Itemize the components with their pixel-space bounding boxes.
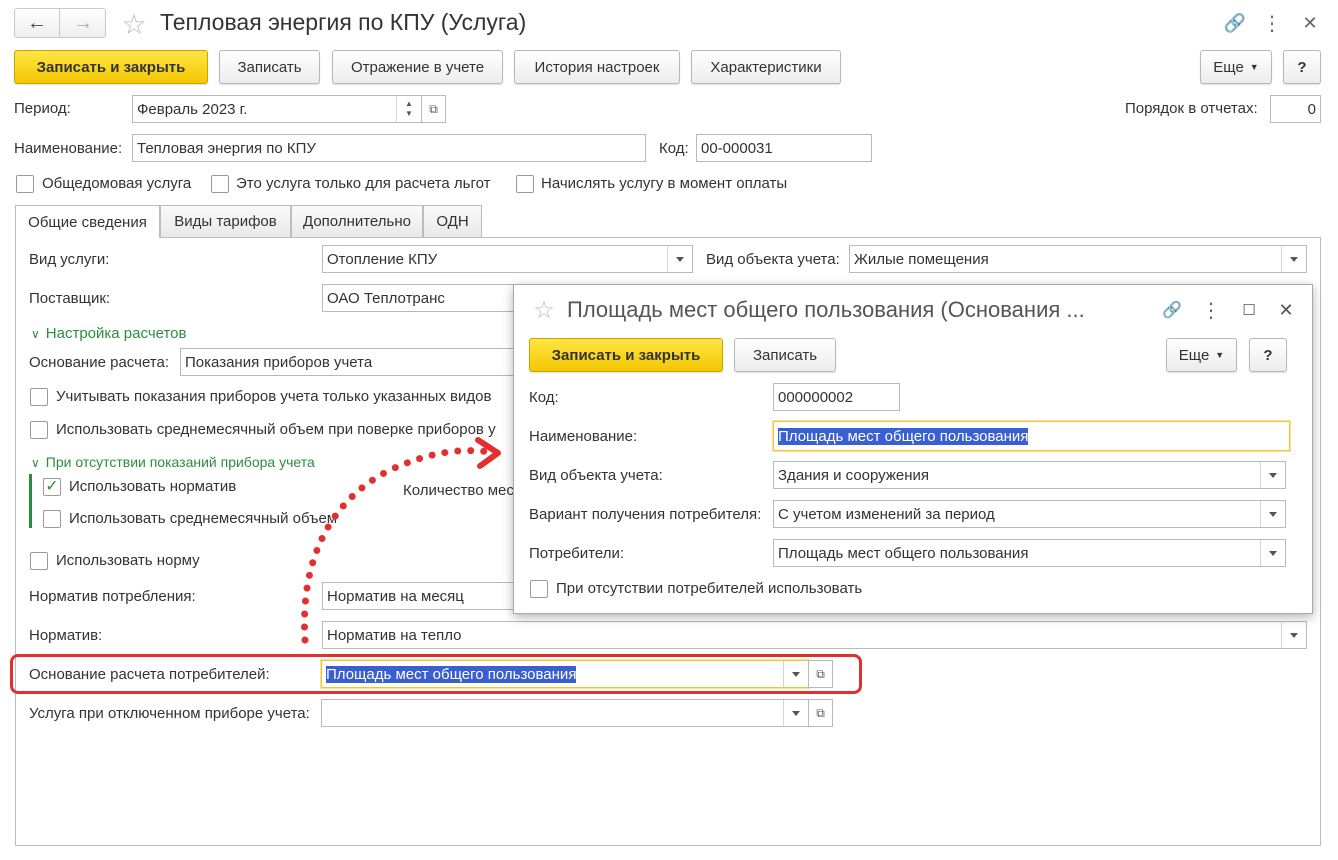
popup-code-input[interactable]: 000000002 xyxy=(773,383,900,411)
popup-variant-value: С учетом изменений за период xyxy=(778,505,995,523)
popup-help-button[interactable]: ? xyxy=(1249,338,1287,372)
popup-star-icon[interactable]: ☆ xyxy=(530,296,558,324)
chevron-down-icon[interactable] xyxy=(1260,540,1285,566)
popup-name-value: Площадь мест общего пользования xyxy=(778,427,1029,445)
chevron-down-icon: ▼ xyxy=(1215,350,1225,360)
popup-variant-select[interactable]: С учетом изменений за период xyxy=(773,500,1286,528)
popup-save-button[interactable]: Записать xyxy=(734,338,836,372)
popup-code-value: 000000002 xyxy=(778,388,854,406)
popup-object-label: Вид объекта учета: xyxy=(529,467,663,484)
popup-object-value: Здания и сооружения xyxy=(778,466,930,484)
popup-consumers-label: Потребители: xyxy=(529,545,624,562)
popup-more-label: Еще xyxy=(1178,346,1210,364)
popup-consumers-select[interactable]: Площадь мест общего пользования xyxy=(773,539,1286,567)
popup-name-label: Наименование: xyxy=(529,428,638,445)
popup-maximize-icon[interactable]: ☐ xyxy=(1238,298,1260,322)
popup-more-button[interactable]: Еще ▼ xyxy=(1166,338,1237,372)
popup-name-input[interactable]: Площадь мест общего пользования xyxy=(773,421,1290,451)
tab-general[interactable]: Общие сведения xyxy=(15,205,160,238)
popup-variant-label: Вариант получения потребителя: xyxy=(529,506,762,523)
chevron-down-icon[interactable] xyxy=(1260,501,1285,527)
popup-save-and-close-button[interactable]: Записать и закрыть xyxy=(529,338,723,372)
popup-object-select[interactable]: Здания и сооружения xyxy=(773,461,1286,489)
popup-absent-label: При отсутствии потребителей использовать xyxy=(556,580,863,597)
popup-code-label: Код: xyxy=(529,389,559,406)
popup-consumers-value: Площадь мест общего пользования xyxy=(778,544,1029,562)
popup-close-icon[interactable]: ✕ xyxy=(1274,298,1298,322)
popup-more-vertical-icon[interactable]: ⋮ xyxy=(1201,298,1221,322)
popup-link-icon[interactable]: 🔗 xyxy=(1160,298,1184,322)
popup-absent-checkbox[interactable] xyxy=(530,580,548,598)
popup-title: Площадь мест общего пользования (Основан… xyxy=(567,297,1085,322)
chevron-down-icon[interactable] xyxy=(1260,462,1285,488)
